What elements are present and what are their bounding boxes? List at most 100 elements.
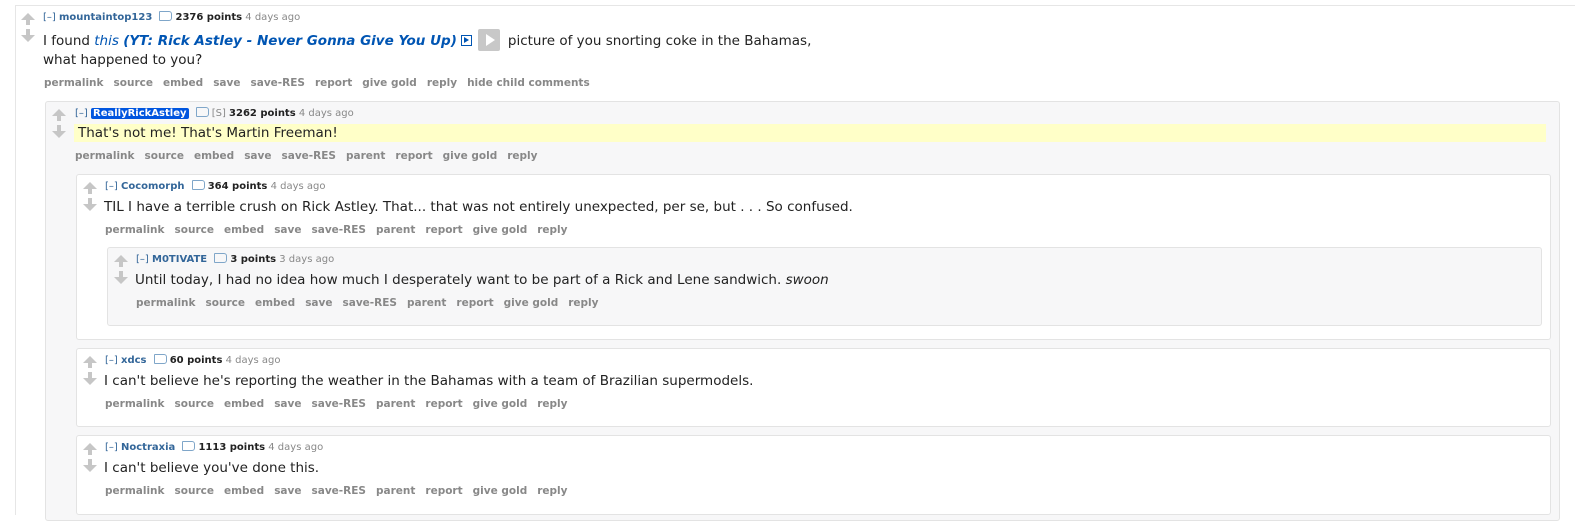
- comment-buttons: permalink source embed save save-RES parent re…: [136, 297, 608, 309]
- comment-author[interactable]: Cocomorph: [121, 181, 185, 192]
- permalink-button[interactable]: permalink: [105, 398, 165, 410]
- comment-time: 3 days ago: [279, 254, 335, 265]
- expando-play-icon[interactable]: [477, 29, 500, 51]
- user-tag-icon[interactable]: [195, 107, 209, 117]
- upvote-arrow-icon[interactable]: [83, 356, 97, 368]
- permalink-button[interactable]: permalink: [136, 297, 196, 309]
- collapse-toggle[interactable]: [–]: [105, 181, 118, 192]
- permalink-button[interactable]: permalink: [44, 77, 104, 89]
- parent-button[interactable]: parent: [376, 485, 415, 497]
- give-gold-button[interactable]: give gold: [362, 77, 417, 89]
- upvote-arrow-icon[interactable]: [52, 109, 66, 121]
- save-res-button[interactable]: save-RES: [282, 150, 336, 162]
- report-button[interactable]: report: [456, 297, 493, 309]
- permalink-button[interactable]: permalink: [75, 150, 135, 162]
- comment-body: I can't believe he's reporting the weath…: [104, 373, 754, 389]
- downvote-arrow-icon[interactable]: [83, 459, 97, 472]
- give-gold-button[interactable]: give gold: [473, 224, 528, 236]
- give-gold-button[interactable]: give gold: [473, 398, 528, 410]
- user-tag-icon[interactable]: [214, 253, 228, 263]
- reply-button[interactable]: reply: [568, 297, 598, 309]
- give-gold-button[interactable]: give gold: [504, 297, 559, 309]
- source-button[interactable]: source: [175, 224, 214, 236]
- reply-button[interactable]: reply: [537, 398, 567, 410]
- give-gold-button[interactable]: give gold: [443, 150, 498, 162]
- source-button[interactable]: source: [175, 485, 214, 497]
- comment-author[interactable]: xdcs: [121, 355, 147, 366]
- comment-points: 2376 points: [175, 12, 243, 23]
- embed-button[interactable]: embed: [194, 150, 234, 162]
- reply-button[interactable]: reply: [537, 224, 567, 236]
- comment-author[interactable]: mountaintop123: [59, 12, 152, 23]
- downvote-arrow-icon[interactable]: [114, 271, 128, 284]
- embed-button[interactable]: embed: [255, 297, 295, 309]
- downvote-arrow-icon[interactable]: [52, 125, 66, 138]
- comment-points: 1113 points: [198, 442, 266, 453]
- downvote-arrow-icon[interactable]: [83, 198, 97, 211]
- user-tag-icon[interactable]: [191, 180, 205, 190]
- embed-button[interactable]: embed: [224, 485, 264, 497]
- save-res-button[interactable]: save-RES: [251, 77, 305, 89]
- comment-tagline: [–] ReallyRickAstley [S] 3262 points 4 d…: [75, 107, 354, 119]
- report-button[interactable]: report: [425, 398, 462, 410]
- source-button[interactable]: source: [114, 77, 153, 89]
- report-button[interactable]: report: [315, 77, 352, 89]
- user-tag-icon[interactable]: [153, 354, 167, 364]
- embed-button[interactable]: embed: [224, 224, 264, 236]
- upvote-arrow-icon[interactable]: [114, 255, 128, 267]
- comment-author[interactable]: Noctraxia: [121, 442, 175, 453]
- collapse-toggle[interactable]: [–]: [75, 108, 88, 119]
- highlighted-comment-text: That's not me! That's Martin Freeman!: [74, 124, 1546, 142]
- save-button[interactable]: save: [244, 150, 271, 162]
- video-link[interactable]: this (YT: Rick Astley - Never Gonna Give…: [94, 33, 457, 49]
- parent-button[interactable]: parent: [346, 150, 385, 162]
- parent-button[interactable]: parent: [376, 398, 415, 410]
- source-button[interactable]: source: [206, 297, 245, 309]
- source-button[interactable]: source: [175, 398, 214, 410]
- save-res-button[interactable]: save-RES: [312, 224, 366, 236]
- embed-button[interactable]: embed: [224, 398, 264, 410]
- comment-author[interactable]: M0TIVATE: [152, 254, 207, 265]
- comment-buttons: permalink source embed save save-RES parent re…: [105, 224, 577, 236]
- save-button[interactable]: save: [274, 485, 301, 497]
- save-button[interactable]: save: [305, 297, 332, 309]
- parent-button[interactable]: parent: [407, 297, 446, 309]
- source-button[interactable]: source: [145, 150, 184, 162]
- parent-button[interactable]: parent: [376, 224, 415, 236]
- video-play-icon[interactable]: [460, 35, 472, 46]
- save-button[interactable]: save: [213, 77, 240, 89]
- reply-button[interactable]: reply: [537, 485, 567, 497]
- give-gold-button[interactable]: give gold: [473, 485, 528, 497]
- report-button[interactable]: report: [395, 150, 432, 162]
- downvote-arrow-icon[interactable]: [83, 372, 97, 385]
- reply-button[interactable]: reply: [427, 77, 457, 89]
- comment-author[interactable]: ReallyRickAstley: [91, 108, 189, 119]
- save-res-button[interactable]: save-RES: [312, 398, 366, 410]
- comment-time: 4 days ago: [270, 181, 326, 192]
- upvote-arrow-icon[interactable]: [21, 13, 35, 25]
- report-button[interactable]: report: [425, 485, 462, 497]
- save-button[interactable]: save: [274, 398, 301, 410]
- comment-points: 3262 points: [229, 108, 296, 119]
- collapse-toggle[interactable]: [–]: [105, 442, 118, 453]
- hide-child-comments-button[interactable]: hide child comments: [467, 77, 590, 89]
- downvote-arrow-icon[interactable]: [21, 29, 35, 42]
- save-res-button[interactable]: save-RES: [312, 485, 366, 497]
- user-tag-icon[interactable]: [182, 441, 196, 451]
- comment-body: That's not me! That's Martin Freeman!: [74, 124, 1546, 142]
- upvote-arrow-icon[interactable]: [83, 443, 97, 455]
- permalink-button[interactable]: permalink: [105, 224, 165, 236]
- user-tag-icon[interactable]: [159, 11, 173, 21]
- upvote-arrow-icon[interactable]: [83, 182, 97, 194]
- report-button[interactable]: report: [425, 224, 462, 236]
- comment-buttons: permalink source embed save save-RES parent re…: [105, 398, 577, 410]
- collapse-toggle[interactable]: [–]: [105, 355, 118, 366]
- collapse-toggle[interactable]: [–]: [43, 12, 56, 23]
- permalink-button[interactable]: permalink: [105, 485, 165, 497]
- embed-button[interactable]: embed: [163, 77, 203, 89]
- collapse-toggle[interactable]: [–]: [136, 254, 149, 265]
- save-res-button[interactable]: save-RES: [343, 297, 397, 309]
- save-button[interactable]: save: [274, 224, 301, 236]
- comment-points: 364 points: [207, 181, 268, 192]
- reply-button[interactable]: reply: [507, 150, 537, 162]
